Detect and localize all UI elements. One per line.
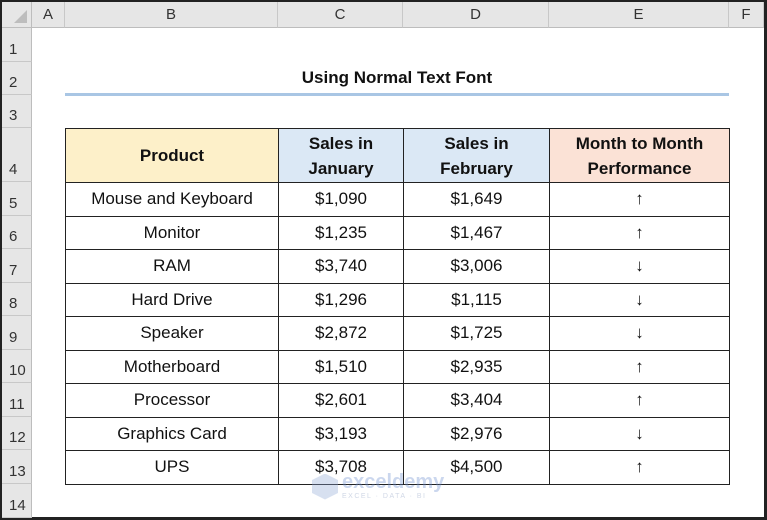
table-row: Motherboard $1,510 $2,935 ↑ (65, 349, 730, 384)
table-row: RAM $3,740 $3,006 ↓ (65, 249, 730, 284)
cell-performance-arrow[interactable]: ↑ (549, 383, 730, 418)
column-header-b[interactable]: B (65, 2, 278, 28)
cell-sales-february[interactable]: $1,467 (403, 215, 550, 250)
header-product[interactable]: Product (65, 128, 279, 183)
row-header-10[interactable]: 10 (2, 349, 32, 383)
table-row: Hard Drive $1,296 $1,115 ↓ (65, 282, 730, 317)
cell-product[interactable]: RAM (65, 249, 279, 284)
cell-performance-arrow[interactable]: ↓ (549, 316, 730, 351)
header-performance-line1: Month to Month (575, 133, 704, 153)
column-header-e[interactable]: E (549, 2, 729, 28)
row-header-4[interactable]: 4 (2, 128, 32, 182)
row-header-3[interactable]: 3 (2, 95, 32, 128)
watermark-tagline: EXCEL · DATA · BI (342, 493, 427, 500)
column-header-f[interactable]: F (729, 2, 764, 28)
row-header-9[interactable]: 9 (2, 316, 32, 350)
cell-product[interactable]: Speaker (65, 316, 279, 351)
column-header-c[interactable]: C (278, 2, 403, 28)
cell-sales-february[interactable]: $1,115 (403, 282, 550, 317)
header-performance-line2: Performance (587, 158, 692, 178)
cell-performance-arrow[interactable]: ↑ (549, 349, 730, 384)
cell-sales-january[interactable]: $1,296 (278, 282, 404, 317)
row-header-14[interactable]: 14 (2, 483, 32, 518)
cell-performance-arrow[interactable]: ↓ (549, 416, 730, 451)
table-header-row: Product Sales in January Sales in February… (65, 128, 730, 183)
cell-performance-arrow[interactable]: ↓ (549, 282, 730, 317)
watermark: exceldemy EXCEL · DATA · BI (312, 472, 444, 501)
header-performance[interactable]: Month to Month Performance (549, 128, 730, 183)
cell-sales-february[interactable]: $2,976 (403, 416, 550, 451)
row-header-7[interactable]: 7 (2, 249, 32, 283)
cell-sales-february[interactable]: $1,649 (403, 182, 550, 217)
cell-product[interactable]: Monitor (65, 215, 279, 250)
cell-sales-february[interactable]: $3,006 (403, 249, 550, 284)
cell-sales-january[interactable]: $2,601 (278, 383, 404, 418)
cell-performance-arrow[interactable]: ↑ (549, 215, 730, 250)
sales-table: Product Sales in January Sales in February… (65, 128, 730, 485)
header-sales-february[interactable]: Sales in February (403, 128, 550, 183)
select-all-button[interactable] (2, 2, 32, 28)
cell-sales-january[interactable]: $3,740 (278, 249, 404, 284)
table-row: Processor $2,601 $3,404 ↑ (65, 383, 730, 418)
header-sales-january[interactable]: Sales in January (278, 128, 404, 183)
cell-product[interactable]: Graphics Card (65, 416, 279, 451)
cell-sales-february[interactable]: $1,725 (403, 316, 550, 351)
row-header-8[interactable]: 8 (2, 282, 32, 316)
table-row: Mouse and Keyboard $1,090 $1,649 ↑ (65, 182, 730, 217)
cell-sales-february[interactable]: $2,935 (403, 349, 550, 384)
exceldemy-logo-icon (312, 473, 338, 500)
cell-performance-arrow[interactable]: ↑ (549, 450, 730, 485)
title-underline (65, 93, 729, 96)
cell-sales-january[interactable]: $1,510 (278, 349, 404, 384)
sheet-title: Using Normal Text Font (301, 68, 493, 87)
header-sales-february-line1: Sales in (444, 133, 509, 153)
cell-product[interactable]: UPS (65, 450, 279, 485)
cell-sales-january[interactable]: $2,872 (278, 316, 404, 351)
watermark-name: exceldemy (342, 471, 445, 493)
cell-product[interactable]: Hard Drive (65, 282, 279, 317)
cell-sales-february[interactable]: $3,404 (403, 383, 550, 418)
header-sales-january-line1: Sales in (308, 133, 374, 153)
row-header-13[interactable]: 13 (2, 450, 32, 484)
header-sales-january-line2: January (308, 158, 374, 178)
column-header-a[interactable]: A (32, 2, 65, 28)
header-sales-february-line2: February (440, 158, 513, 178)
cell-performance-arrow[interactable]: ↓ (549, 249, 730, 284)
row-header-1[interactable]: 1 (2, 28, 32, 62)
row-header-12[interactable]: 12 (2, 416, 32, 450)
select-all-icon (14, 10, 27, 23)
row-header-6[interactable]: 6 (2, 215, 32, 249)
table-row: Monitor $1,235 $1,467 ↑ (65, 215, 730, 250)
row-header-11[interactable]: 11 (2, 383, 32, 417)
cell-product[interactable]: Motherboard (65, 349, 279, 384)
row-header-2[interactable]: 2 (2, 62, 32, 95)
cell-product[interactable]: Processor (65, 383, 279, 418)
cell-sales-january[interactable]: $3,193 (278, 416, 404, 451)
cell-performance-arrow[interactable]: ↑ (549, 182, 730, 217)
row-header-5[interactable]: 5 (2, 182, 32, 216)
cell-sales-january[interactable]: $1,090 (278, 182, 404, 217)
cell-product[interactable]: Mouse and Keyboard (65, 182, 279, 217)
table-row: Speaker $2,872 $1,725 ↓ (65, 316, 730, 351)
column-header-d[interactable]: D (403, 2, 549, 28)
cell-sales-january[interactable]: $1,235 (278, 215, 404, 250)
table-row: Graphics Card $3,193 $2,976 ↓ (65, 416, 730, 451)
